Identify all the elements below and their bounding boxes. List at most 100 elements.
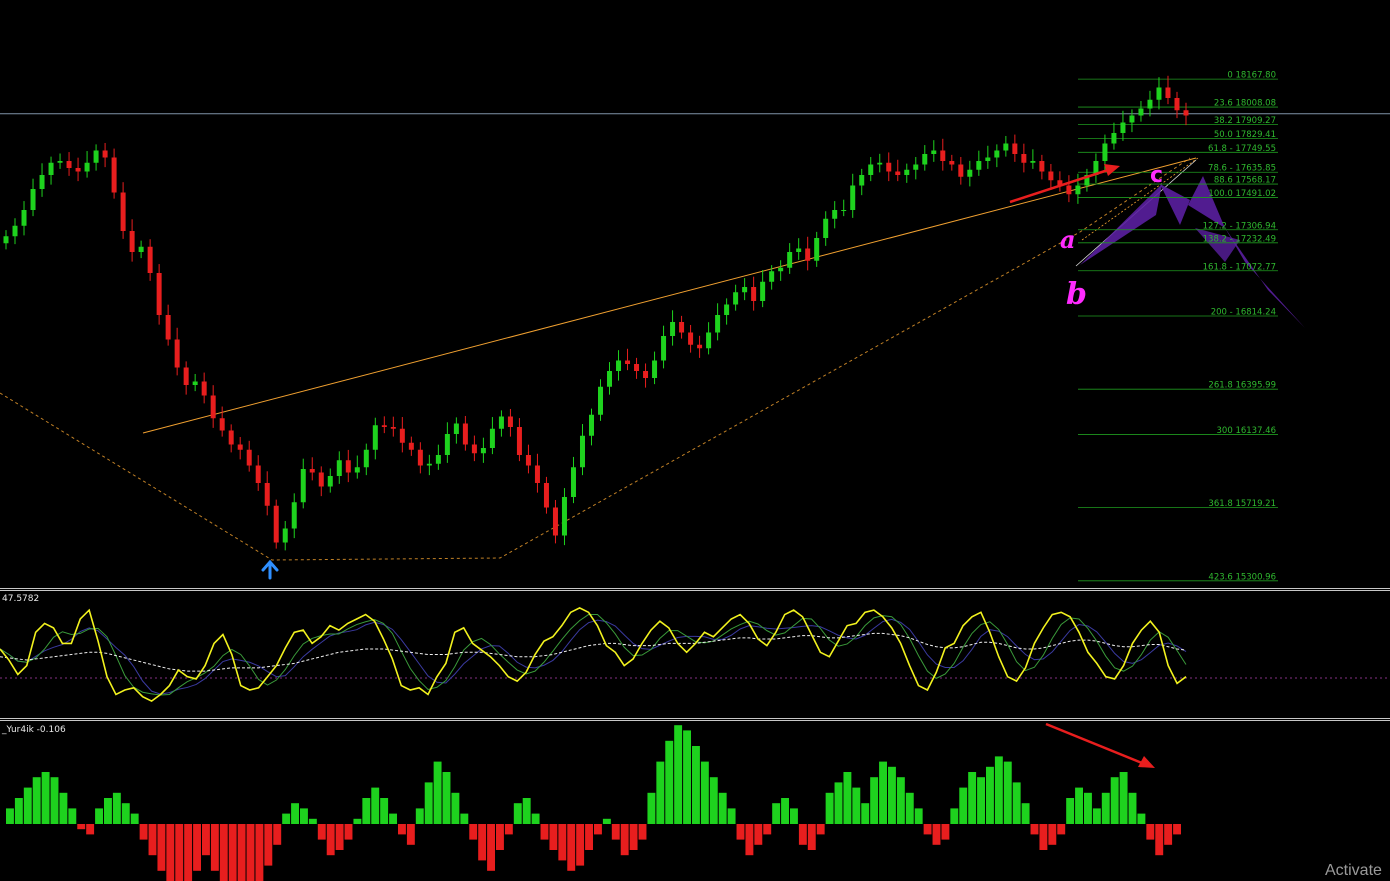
candle-body: [1147, 99, 1153, 109]
histogram-bar: [994, 756, 1003, 824]
candle-body: [598, 386, 604, 415]
red-trend-arrow-head: [1104, 164, 1120, 176]
histogram-bar: [23, 787, 32, 824]
candle-body: [1075, 185, 1081, 195]
main-price-chart[interactable]: 0 18167.80 23.6 18008.08 38.2 17909.27 50.0…: [0, 0, 1390, 588]
upper-trendline: [142, 157, 1197, 434]
histogram-bar: [32, 777, 41, 824]
candle-body: [1156, 87, 1162, 100]
histogram-bar: [754, 824, 763, 845]
fib-level-label: 50.0 17829.41: [1214, 130, 1276, 140]
candle-body: [697, 344, 703, 349]
candle-body: [327, 476, 333, 487]
candle-body: [994, 150, 1000, 158]
candle-body: [1021, 154, 1027, 163]
candle-body: [868, 164, 874, 175]
oscillator-signal-b: [0, 618, 1187, 695]
candle-body: [21, 210, 27, 226]
candle-body: [895, 171, 901, 175]
pane-separator-1[interactable]: [0, 588, 1390, 589]
candle-body: [111, 157, 117, 193]
candle-body: [237, 444, 243, 450]
histogram-bar: [718, 792, 727, 824]
histogram-bar: [1092, 808, 1101, 824]
histogram-bar: [896, 777, 905, 824]
histogram-bar: [415, 808, 424, 824]
oscillator-value-label: 47.5782: [2, 594, 40, 604]
candle-body: [886, 162, 892, 172]
candle-body: [940, 150, 946, 161]
candle-body: [453, 423, 459, 434]
histogram-bar: [692, 746, 700, 824]
red-divergence-arrow: [1045, 722, 1143, 765]
histogram-bar: [308, 818, 317, 824]
histogram-bar: [424, 782, 433, 824]
fib-level-label: 38.2 17909.27: [1214, 116, 1276, 126]
histogram-bar: [870, 777, 879, 824]
candle-body: [228, 430, 234, 445]
candle-body: [12, 225, 18, 237]
histogram-bar: [905, 792, 914, 824]
histogram-bar: [843, 772, 852, 824]
candle-body: [588, 414, 594, 436]
candle-body: [850, 185, 856, 210]
candle-body: [336, 460, 342, 476]
candle-body: [733, 292, 739, 305]
candle-body: [390, 427, 396, 429]
candle-body: [102, 150, 108, 158]
oscillator-pane[interactable]: 47.5782: [0, 591, 1390, 718]
histogram-bar: [629, 824, 638, 850]
histogram-canvas: [6, 722, 1181, 881]
candle-body: [156, 273, 162, 315]
histogram-bar: [291, 803, 299, 824]
candle-body: [1183, 110, 1189, 116]
candle-body: [192, 381, 198, 385]
histogram-bar: [371, 787, 380, 824]
histogram-bar: [522, 798, 531, 824]
candle-body: [489, 428, 495, 448]
candle-body: [967, 169, 973, 177]
histogram-bar: [282, 813, 291, 824]
histogram-bar: [763, 824, 772, 835]
histogram-bar: [977, 777, 985, 824]
pane-separator-2[interactable]: [0, 718, 1390, 719]
histogram-bar: [540, 824, 549, 840]
candle-body: [174, 339, 180, 368]
fib-level-label: 0 18167.80: [1227, 71, 1276, 81]
candle-body: [291, 502, 297, 529]
histogram-bar: [104, 798, 112, 824]
candle-body: [561, 497, 567, 536]
histogram-bar: [1066, 798, 1075, 824]
histogram-bar: [300, 808, 308, 824]
histogram-pane[interactable]: _Yur4ik -0.106: [0, 721, 1390, 881]
histogram-bar: [478, 824, 487, 861]
candle-body: [913, 164, 919, 170]
fib-level-label: 361.8 15719.21: [1208, 499, 1276, 509]
candle-body: [525, 455, 531, 466]
histogram-bar: [1012, 782, 1021, 824]
histogram-bar: [469, 824, 478, 840]
fib-level-label: 300 16137.46: [1217, 426, 1276, 436]
candle-body: [417, 449, 423, 466]
candle-body: [282, 528, 288, 543]
histogram-bar: [638, 824, 647, 840]
candle-body: [661, 336, 667, 361]
histogram-bar: [923, 824, 932, 835]
fib-level-label: 138.2 - 17232.49: [1203, 234, 1276, 244]
histogram-bar: [1110, 777, 1119, 824]
histogram-bar: [237, 824, 246, 881]
candle-body: [300, 469, 306, 503]
oscillator-signal-a: [0, 614, 1187, 696]
histogram-bar: [451, 792, 460, 824]
candle-body: [264, 483, 270, 506]
histogram-bar: [433, 761, 442, 824]
candle-body: [652, 360, 658, 378]
candle-body: [985, 157, 991, 161]
histogram-bar: [1003, 761, 1012, 824]
histogram-bar: [362, 798, 371, 824]
histogram-bar: [941, 824, 950, 840]
histogram-bar: [772, 803, 781, 824]
candle-body: [534, 465, 540, 483]
histogram-bar: [1048, 824, 1057, 845]
histogram-bar: [567, 824, 576, 871]
